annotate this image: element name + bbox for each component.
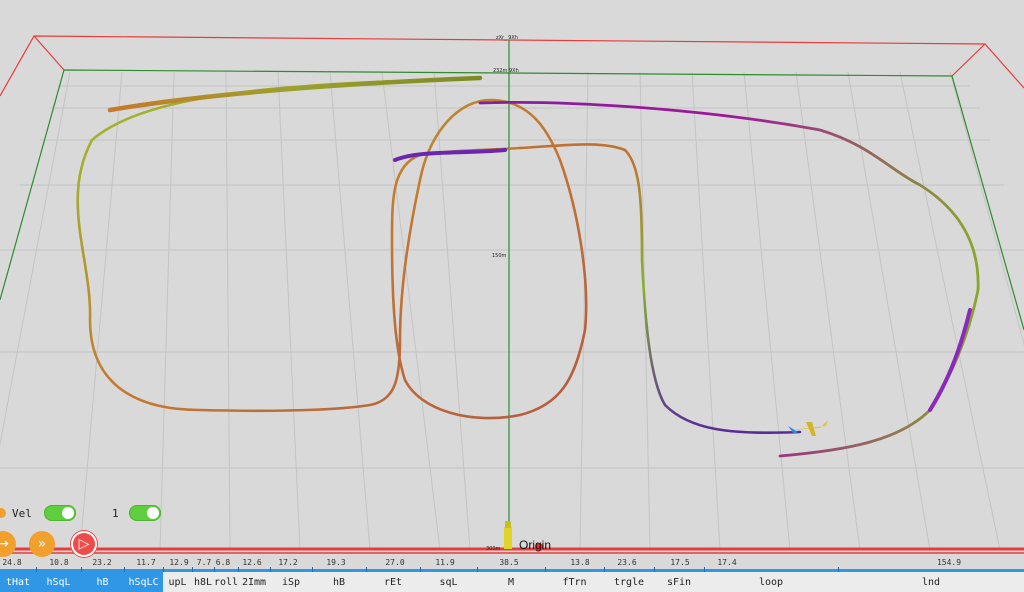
segment-duration: 17.4 <box>717 558 737 567</box>
timeline-segment[interactable]: upL <box>163 572 192 592</box>
segment-duration: 38.5 <box>499 558 519 567</box>
timeline-segment[interactable]: hB <box>81 572 124 592</box>
second-toggle-row: 1 <box>112 503 161 523</box>
timeline-segment[interactable]: M <box>477 572 545 592</box>
timeline-segment[interactable]: fTrn <box>545 572 604 592</box>
segment-duration: 17.5 <box>670 558 690 567</box>
segment-duration: 11.9 <box>435 558 455 567</box>
vel-color-dot <box>0 508 6 518</box>
inner-boundary-box <box>0 40 1024 548</box>
segment-duration: 12.6 <box>242 558 262 567</box>
axis-label-far: 232m 9Xh <box>493 68 519 74</box>
timeline-segment[interactable]: hSqL <box>36 572 81 592</box>
aircraft-icon <box>788 420 828 436</box>
outer-boundary-box <box>0 35 1024 554</box>
timeline-segment[interactable]: sqL <box>420 572 477 592</box>
timeline-segment[interactable]: trgle <box>604 572 654 592</box>
timeline-segment[interactable]: loop <box>704 572 838 592</box>
fast-forward-icon: » <box>37 536 47 552</box>
timeline-segment[interactable]: lnd <box>838 572 1024 592</box>
timeline-segments: tHat hSqL hB hSqLC upL h8L roll 2Imm iSp hB rEt sqL… <box>0 572 1024 592</box>
timeline-segment[interactable]: hB <box>312 572 366 592</box>
segment-duration: 27.0 <box>385 558 405 567</box>
segment-duration: 19.3 <box>326 558 346 567</box>
origin-label: Origin <box>519 538 551 552</box>
play-icon: ▷ <box>78 536 90 552</box>
segment-duration: 12.9 <box>169 558 189 567</box>
origin-marker: Origin <box>504 521 551 552</box>
segment-duration: 154.9 <box>936 558 962 567</box>
flight-trail <box>76 75 980 458</box>
segment-duration: 17.2 <box>278 558 298 567</box>
timeline-segment[interactable]: tHat <box>0 572 36 592</box>
second-toggle-switch[interactable] <box>128 505 161 521</box>
play-button[interactable]: ▷ <box>71 531 97 557</box>
segment-duration: 7.7 <box>196 558 212 567</box>
trail-outer-loop <box>76 76 588 420</box>
segment-duration: 24.8 <box>2 558 22 567</box>
timeline-segment[interactable]: 2Imm <box>238 572 270 592</box>
timeline-durations: 24.8 10.8 23.2 11.7 12.9 7.7 6.8 12.6 17.2 19.3 27… <box>0 557 1024 569</box>
segment-duration: 23.6 <box>617 558 637 567</box>
axis-label-mid: 150m <box>492 253 507 259</box>
maneuver-timeline[interactable]: 24.8 10.8 23.2 11.7 12.9 7.7 6.8 12.6 17.2 19.3 27… <box>0 557 1024 592</box>
fast-forward-button[interactable]: » <box>29 531 55 557</box>
timeline-segment[interactable]: roll <box>214 572 238 592</box>
trail-upper-right <box>478 101 980 458</box>
segment-duration: 10.8 <box>49 558 69 567</box>
vel-toggle-switch[interactable] <box>43 505 76 521</box>
second-toggle-label: 1 <box>112 506 119 520</box>
vel-toggle-row: Vel <box>0 503 76 523</box>
segment-duration: 23.2 <box>92 558 112 567</box>
segment-duration: 6.8 <box>215 558 231 567</box>
vel-toggle-label: Vel <box>12 506 32 520</box>
axis-label-top: zXr_ 9Xh <box>496 35 518 41</box>
timeline-segment[interactable]: h8L <box>192 572 214 592</box>
segment-duration: 11.7 <box>136 558 156 567</box>
timeline-segment[interactable]: rEt <box>366 572 420 592</box>
timeline-segment[interactable]: iSp <box>270 572 312 592</box>
timeline-segment[interactable]: hSqLC <box>124 572 163 592</box>
trail-magenta-right <box>928 308 972 412</box>
timeline-segment[interactable]: sFin <box>654 572 704 592</box>
floor-grid <box>0 71 1024 551</box>
segment-duration: 13.8 <box>570 558 590 567</box>
axis-label-near: 300m <box>486 546 501 552</box>
